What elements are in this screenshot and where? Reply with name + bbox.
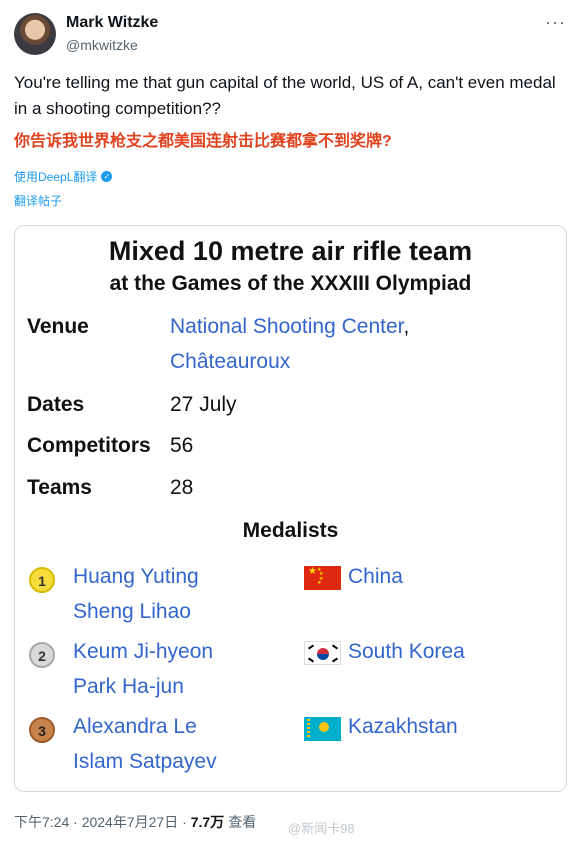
gold-athlete-1[interactable]: Huang Yuting: [73, 565, 199, 589]
timestamp[interactable]: 下午7:24 · 2024年7月27日 ·: [14, 812, 187, 832]
view-count: 7.7万: [190, 814, 225, 830]
gold-medal-icon: 1: [29, 567, 55, 593]
bronze-athlete-1[interactable]: Alexandra Le: [73, 715, 197, 739]
dates-label: Dates: [27, 393, 85, 416]
tweet-text: You're telling me that gun capital of th…: [14, 73, 556, 118]
tweet-footer: 下午7:24 · 2024年7月27日 · 7.7万 查看: [14, 812, 256, 832]
competitors-value: 56: [170, 434, 194, 457]
silver-medal-icon: 2: [29, 642, 55, 668]
china-flag-icon: ★ ★ ★ ★ ★: [304, 566, 341, 590]
bronze-country[interactable]: Kazakhstan: [348, 715, 458, 739]
venue-label: Venue: [27, 315, 89, 338]
translate-post-link[interactable]: 翻译帖子: [14, 192, 62, 209]
teams-label: Teams: [27, 476, 92, 499]
silver-athlete-2[interactable]: Park Ha-jun: [73, 675, 184, 699]
avatar[interactable]: [14, 13, 56, 55]
views-label: 查看: [228, 814, 257, 830]
tweet-translation: 你告诉我世界枪支之都美国连射击比赛都拿不到奖牌?: [14, 133, 392, 150]
medalists-heading: Medalists: [242, 519, 339, 542]
deepl-label: 使用DeepL翻译: [14, 170, 98, 184]
media-card[interactable]: Mixed 10 metre air rifle team at the Gam…: [14, 225, 567, 792]
card-title: Mixed 10 metre air rifle team: [108, 236, 473, 266]
teams-value: 28: [170, 476, 194, 499]
venue-link[interactable]: National Shooting Center: [170, 315, 404, 338]
venue-value: National Shooting Center,: [170, 315, 409, 339]
bronze-athlete-2[interactable]: Islam Satpayev: [73, 750, 217, 774]
south-korea-flag-icon: [304, 641, 341, 665]
kazakhstan-flag-icon: [304, 717, 341, 741]
gold-athlete-2[interactable]: Sheng Lihao: [73, 600, 191, 624]
bronze-medal-icon: 3: [29, 717, 55, 743]
watermark: @新闻卡98: [288, 821, 355, 836]
venue-city-link[interactable]: Châteauroux: [170, 350, 290, 374]
card-subtitle: at the Games of the XXXIII Olympiad: [109, 272, 472, 295]
author-handle[interactable]: @mkwitzke: [66, 37, 138, 53]
deepl-badge-icon: ✓: [101, 171, 113, 182]
competitors-label: Competitors: [27, 434, 151, 457]
tweet-header: Mark Witzke @mkwitzke ···: [0, 0, 580, 60]
author-name[interactable]: Mark Witzke: [66, 14, 158, 32]
silver-athlete-1[interactable]: Keum Ji-hyeon: [73, 640, 213, 664]
more-options-icon[interactable]: ···: [545, 12, 566, 33]
silver-country[interactable]: South Korea: [348, 640, 465, 664]
venue-comma: ,: [403, 315, 410, 338]
deepl-translate-link[interactable]: 使用DeepL翻译 ✓: [14, 168, 113, 185]
dates-value: 27 July: [170, 393, 237, 416]
gold-country[interactable]: China: [348, 565, 403, 589]
